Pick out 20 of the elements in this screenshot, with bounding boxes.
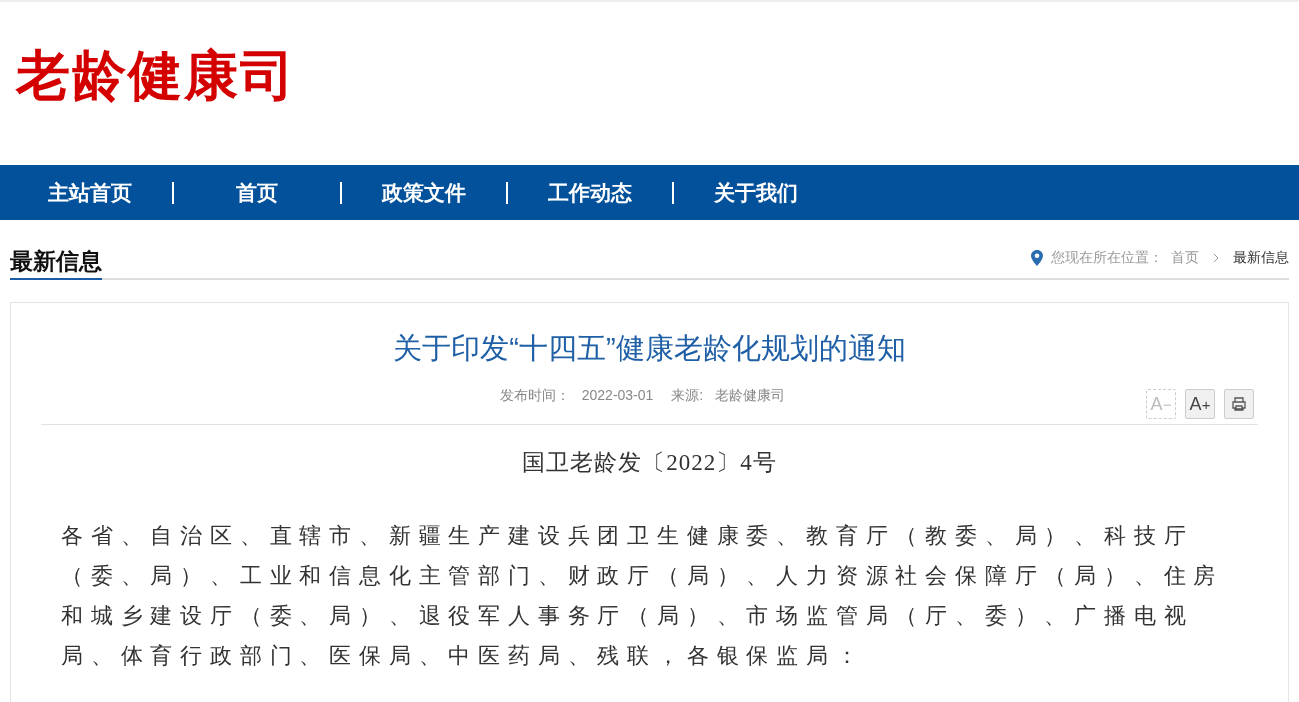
- section-title: 最新信息: [10, 246, 102, 280]
- meta-value: 老龄健康司: [715, 387, 786, 405]
- nav-link[interactable]: 工作动态: [544, 178, 636, 207]
- body-paragraph: 各省、自治区、直辖市、新疆生产建设兵团卫生健康委、教育厅（教委、局）、科技厅（委、局）、工业和信息化主管部门、财政厅（局）、人力资源社会保障厅（局）、住房和城乡建设厅（委、局）、退役军人事务厅（局）、市场监管局（厅、委）、广播电视局、体育行政部门、医保局、中医药局、残联，各银保监局：: [61, 522, 1225, 670]
- meta-label: 来源:: [671, 387, 704, 405]
- meta-value: 2022-03-01: [581, 387, 654, 405]
- breadcrumb-link[interactable]: 最新信息: [1233, 249, 1289, 267]
- chevron-right-icon: [1213, 253, 1219, 263]
- meta-label: 发布时间：: [499, 387, 570, 405]
- document-number: 国卫老龄发〔2022〕4号: [521, 449, 778, 477]
- article-title: 关于印发“十四五”健康老龄化规划的通知: [392, 331, 907, 366]
- print-button[interactable]: [1224, 389, 1254, 419]
- nav-link[interactable]: 政策文件: [378, 178, 470, 207]
- nav-link[interactable]: 关于我们: [710, 178, 802, 207]
- location-pin-icon: [1031, 250, 1043, 266]
- site-logo: 老龄健康司: [16, 44, 296, 107]
- breadcrumb-label: 您现在所在位置：: [1051, 249, 1163, 267]
- nav-link[interactable]: 首页: [234, 178, 280, 207]
- nav-link[interactable]: 主站首页: [44, 178, 136, 207]
- printer-icon: [1231, 396, 1247, 412]
